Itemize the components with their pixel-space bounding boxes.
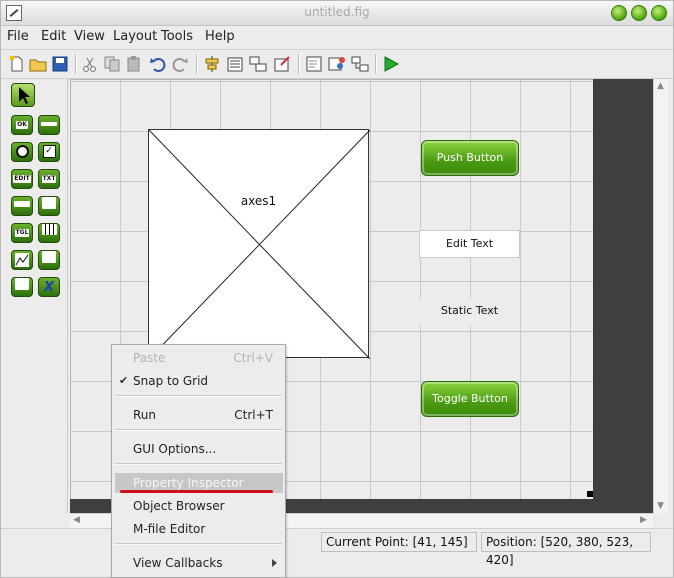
paste-icon[interactable] [125,55,143,73]
context-menu: Paste Ctrl+V ✔ Snap to Grid Run Ctrl+T G… [111,344,286,578]
open-icon[interactable] [29,55,47,73]
position-field: Position: [520, 380, 523, 420] [481,532,651,567]
guide-window: untitled.fig File Edit View Layout Tools… [0,0,674,578]
highlight-underline [120,490,273,493]
palette-slider[interactable] [38,115,60,135]
menu-help[interactable]: Help [205,29,235,44]
menu-item-mfile-editor[interactable]: M-file Editor [112,519,285,539]
toolbar-separator [375,54,377,74]
close-button[interactable] [651,5,667,21]
palette-table[interactable] [38,223,60,243]
resize-handle[interactable] [587,491,593,497]
minimize-button[interactable] [611,5,627,21]
align-icon[interactable] [203,55,221,73]
checkmark-icon: ✔ [119,374,129,387]
mfile-editor-icon[interactable] [305,55,323,73]
static-text-component[interactable]: Static Text [419,299,520,325]
menu-file[interactable]: File [7,29,29,44]
axes-label: axes1 [240,194,277,208]
palette-select-tool[interactable] [11,83,35,107]
save-icon[interactable] [51,55,69,73]
palette-panel[interactable] [38,250,60,270]
menu-layout[interactable]: Layout [113,29,157,44]
menu-tools[interactable]: Tools [161,29,193,44]
table-icon [41,224,57,235]
axes-placeholder-cross [149,130,370,359]
palette-listbox[interactable] [38,196,60,216]
palette-push-button[interactable]: OK [11,115,33,135]
button-group-icon [15,278,29,290]
window-title: untitled.fig [304,5,370,19]
menu-item-object-browser[interactable]: Object Browser [112,496,285,516]
palette-popup-menu[interactable] [11,196,33,216]
scroll-down-icon[interactable]: ▼ [657,501,664,511]
menu-divider [115,463,282,465]
palette-activex[interactable]: X [38,277,60,297]
palette-radio-button[interactable] [11,142,33,162]
menu-editor-icon[interactable] [226,55,244,73]
current-point-field: Current Point: [41, 145] [321,532,477,552]
slider-icon [41,122,57,126]
property-inspector-icon[interactable] [328,55,346,73]
palette-toggle-button[interactable]: TGL [11,223,33,243]
checkbox-icon: ✓ [42,145,56,158]
menu-item-snap-to-grid[interactable]: ✔ Snap to Grid [112,371,285,391]
menu-view[interactable]: View [74,29,105,44]
menu-divider [115,429,282,431]
axes-component[interactable]: axes1 [148,129,370,359]
menu-item-run[interactable]: Run Ctrl+T [112,405,285,425]
undo-icon[interactable] [149,55,167,73]
position-label: Position: [486,535,537,549]
menu-divider [115,395,282,397]
menu-item-view-callbacks[interactable]: View Callbacks [112,553,285,573]
edit-text-component[interactable]: Edit Text [419,230,520,258]
toggle-button-component[interactable]: Toggle Button [421,381,519,417]
menu-edit[interactable]: Edit [41,29,66,44]
current-point-label: Current Point: [326,535,409,549]
menu-item-paste: Paste Ctrl+V [133,351,273,365]
toolbar-separator [75,54,77,74]
scroll-right-icon[interactable]: ▶ [640,515,647,525]
palette-static-text[interactable]: TXT [38,169,60,189]
editor-icon[interactable] [273,55,291,73]
toolbar-separator [196,54,198,74]
canvas-outside-area [593,79,653,499]
listbox-icon [42,197,56,209]
component-palette: OK ✓ EDIT TXT TGL X [5,79,68,513]
arrow-pointer-icon [19,87,30,104]
current-point-value: [41, 145] [412,535,468,549]
toolbar-separator [298,54,300,74]
redo-icon[interactable] [171,55,189,73]
toolbar [1,49,673,79]
menu-divider [115,543,282,545]
menu-bar: File Edit View Layout Tools Help [1,26,673,48]
object-browser-icon[interactable] [351,55,369,73]
title-bar[interactable]: untitled.fig [1,1,673,26]
vertical-scrollbar[interactable]: ▲ ▼ [653,79,668,513]
copy-icon[interactable] [103,55,121,73]
palette-button-group[interactable] [11,277,33,297]
status-bar: Current Point: [41, 145] Position: [520,… [1,528,673,567]
palette-edit-text[interactable]: EDIT [11,169,33,189]
popup-menu-icon [14,201,30,207]
scroll-left-icon[interactable]: ◀ [73,515,80,525]
axes-icon [15,253,29,267]
cut-icon[interactable] [81,55,99,73]
tab-order-icon[interactable] [249,55,267,73]
panel-icon [42,251,56,263]
push-button-component[interactable]: Push Button [421,140,519,176]
new-icon[interactable] [8,55,26,73]
menu-item-gui-options[interactable]: GUI Options... [112,439,285,459]
palette-checkbox[interactable]: ✓ [38,142,60,162]
scroll-up-icon[interactable]: ▲ [657,81,664,91]
maximize-button[interactable] [631,5,647,21]
submenu-arrow-icon [272,559,277,567]
radio-icon [15,145,29,158]
palette-axes[interactable] [11,250,33,270]
run-icon[interactable] [382,55,400,73]
